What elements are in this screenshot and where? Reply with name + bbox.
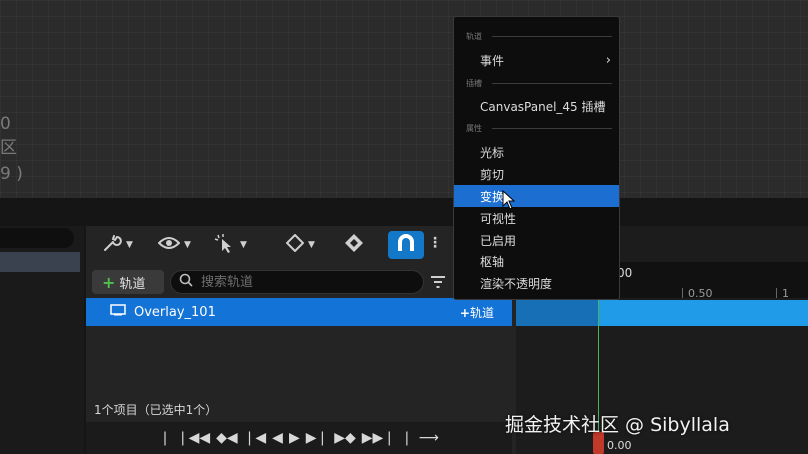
ruler-label: 1 <box>782 287 789 300</box>
menu-item-canvas-slot[interactable]: CanvasPanel_45 插槽 <box>454 95 619 117</box>
track-add-label: 轨道 <box>469 305 494 320</box>
watermark: 掘金技术社区 @ Sibyllala <box>505 414 730 436</box>
play-reverse-icon[interactable]: ◀ <box>272 430 283 446</box>
track-name: Overlay_101 <box>134 304 216 320</box>
ruler-tick <box>682 288 683 298</box>
next-key-icon[interactable]: ▶◆ <box>334 430 356 446</box>
track-row[interactable]: Overlay_101 +轨道 <box>86 298 512 326</box>
selection-options-dropdown[interactable]: ▼ <box>214 232 247 258</box>
transport-controls: ❘ ❘◀◀ ◆◀ ❘◀ ◀ ▶ ▶❘ ▶◆ ▶▶❘ ❘ ⟶ <box>86 422 512 454</box>
track-search-input[interactable] <box>199 273 403 291</box>
mouse-cursor-icon <box>502 189 516 214</box>
step-forward-icon[interactable]: ▶❘ <box>306 430 329 446</box>
menu-item-visibility[interactable]: 可视性 <box>454 207 619 229</box>
add-track-label: 轨道 <box>119 276 146 292</box>
prev-key-icon[interactable]: ◆◀ <box>216 430 238 446</box>
context-menu: 轨道 事件 › 插槽 CanvasPanel_45 插槽 属性 光标 剪切 变换… <box>453 16 620 300</box>
more-options-icon[interactable]: ⋮ <box>428 235 442 251</box>
go-to-end-icon[interactable]: ❘ <box>401 430 413 446</box>
canvas-text-line: 区 <box>0 138 17 158</box>
menu-item-cursor[interactable]: 光标 <box>454 141 619 163</box>
ruler-label: 0.50 <box>688 287 713 300</box>
track-section-bar[interactable] <box>516 300 808 326</box>
chevron-down-icon: ▼ <box>126 240 133 250</box>
ruler-tick <box>776 288 777 298</box>
plus-icon: + <box>459 305 470 320</box>
keyframe-icon <box>344 233 364 257</box>
plus-icon: + <box>102 272 116 292</box>
hierarchy-search[interactable] <box>0 228 74 248</box>
step-back-frames-icon[interactable]: ❘◀◀ <box>177 430 210 446</box>
widget-icon <box>110 304 126 320</box>
track-add-button[interactable]: +轨道 <box>460 304 494 321</box>
menu-item-event[interactable]: 事件 › <box>454 49 619 71</box>
chevron-down-icon: ▼ <box>308 240 315 250</box>
step-back-icon[interactable]: ❘◀ <box>244 430 267 446</box>
canvas-text-line: 9 ) <box>0 164 23 184</box>
view-options-dropdown[interactable]: ▼ <box>157 232 191 258</box>
eye-icon <box>157 235 181 255</box>
magnet-icon <box>396 233 416 257</box>
sequencer-panel <box>86 226 516 454</box>
selection-status: 1个项目（已选中1个） <box>94 403 218 417</box>
go-to-start-icon[interactable]: ❘ <box>159 430 171 446</box>
playhead-time: 0.00 <box>607 439 632 452</box>
tools-dropdown[interactable]: ▼ <box>102 232 133 258</box>
play-icon[interactable]: ▶ <box>289 430 300 446</box>
menu-item-render-opacity[interactable]: 渲染不透明度 <box>454 272 619 294</box>
canvas-text-line: 0 <box>0 114 11 134</box>
designer-canvas[interactable]: 0 区 9 ) <box>0 0 808 198</box>
wrench-icon <box>102 234 122 256</box>
menu-item-transform[interactable]: 变换 <box>454 185 619 207</box>
menu-item-pivot[interactable]: 枢轴 <box>454 250 619 272</box>
menu-section-header: 属性 <box>466 123 612 134</box>
chevron-down-icon: ▼ <box>184 240 191 250</box>
step-forward-frames-icon[interactable]: ▶▶❘ <box>362 430 395 446</box>
filter-icon[interactable] <box>430 274 446 293</box>
auto-key-button[interactable] <box>344 232 364 258</box>
menu-item-clipping[interactable]: 剪切 <box>454 163 619 185</box>
track-search[interactable] <box>170 270 424 294</box>
hierarchy-selected-row[interactable] <box>0 252 80 272</box>
keyframe-type-dropdown[interactable]: ▼ <box>285 232 315 258</box>
search-icon <box>179 273 193 291</box>
menu-section-header: 插槽 <box>466 78 612 89</box>
menu-section-header: 轨道 <box>466 31 612 42</box>
menu-item-enabled[interactable]: 已启用 <box>454 229 619 251</box>
loop-icon[interactable]: ⟶ <box>419 430 439 446</box>
chevron-down-icon: ▼ <box>240 240 247 250</box>
snap-toggle-button[interactable] <box>388 231 424 259</box>
diamond-icon <box>285 233 305 256</box>
chevron-right-icon: › <box>605 52 611 68</box>
pointer-sparkle-icon <box>214 233 236 257</box>
add-track-button[interactable]: + 轨道 <box>92 270 164 294</box>
